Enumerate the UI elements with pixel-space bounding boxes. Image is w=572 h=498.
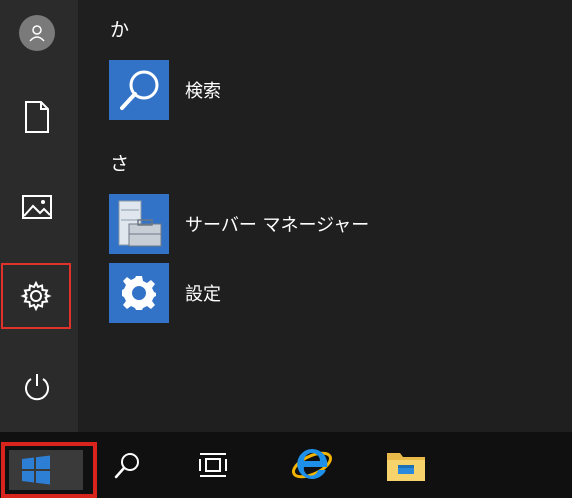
power-button[interactable] bbox=[0, 354, 74, 420]
power-icon bbox=[25, 374, 49, 401]
app-server-manager[interactable]: サーバー マネージャー bbox=[109, 193, 369, 255]
server-manager-tile bbox=[109, 194, 169, 254]
app-label-search: 検索 bbox=[185, 81, 221, 102]
start-menu: か 検索 さ サーバー マネージャー 設定 bbox=[0, 0, 572, 432]
search-icon bbox=[114, 453, 139, 479]
search-tile bbox=[109, 60, 169, 120]
documents-button[interactable] bbox=[0, 84, 74, 150]
app-settings[interactable]: 設定 bbox=[109, 262, 221, 324]
taskbar bbox=[0, 432, 572, 498]
internet-explorer-icon bbox=[291, 448, 333, 479]
settings-icon bbox=[20, 280, 52, 312]
internet-explorer-button[interactable] bbox=[284, 432, 340, 498]
task-view-button[interactable] bbox=[188, 432, 238, 498]
pictures-icon bbox=[22, 195, 52, 219]
app-search[interactable]: 検索 bbox=[109, 59, 221, 121]
settings-tile bbox=[109, 263, 169, 323]
start-button-inner bbox=[9, 450, 83, 490]
start-left-rail bbox=[0, 0, 78, 432]
app-label-server-manager: サーバー マネージャー bbox=[185, 215, 370, 236]
app-label-settings: 設定 bbox=[185, 284, 221, 305]
file-explorer-button[interactable] bbox=[378, 432, 434, 498]
settings-button[interactable] bbox=[1, 263, 71, 329]
section-header-ka[interactable]: か bbox=[110, 15, 129, 42]
user-avatar-icon bbox=[19, 15, 55, 51]
search-icon bbox=[120, 70, 159, 110]
file-explorer-icon bbox=[387, 453, 425, 481]
section-header-sa[interactable]: さ bbox=[110, 149, 129, 176]
app-list: か 検索 さ サーバー マネージャー 設定 bbox=[78, 0, 572, 432]
start-button[interactable] bbox=[1, 442, 97, 498]
server-manager-icon bbox=[118, 200, 162, 247]
taskbar-search-button[interactable] bbox=[102, 432, 152, 498]
gear-icon bbox=[122, 276, 156, 310]
task-view-icon bbox=[199, 453, 227, 477]
user-account-button[interactable] bbox=[0, 0, 74, 66]
windows-logo-icon bbox=[22, 455, 50, 485]
documents-icon bbox=[25, 101, 49, 133]
pictures-button[interactable] bbox=[0, 174, 74, 240]
